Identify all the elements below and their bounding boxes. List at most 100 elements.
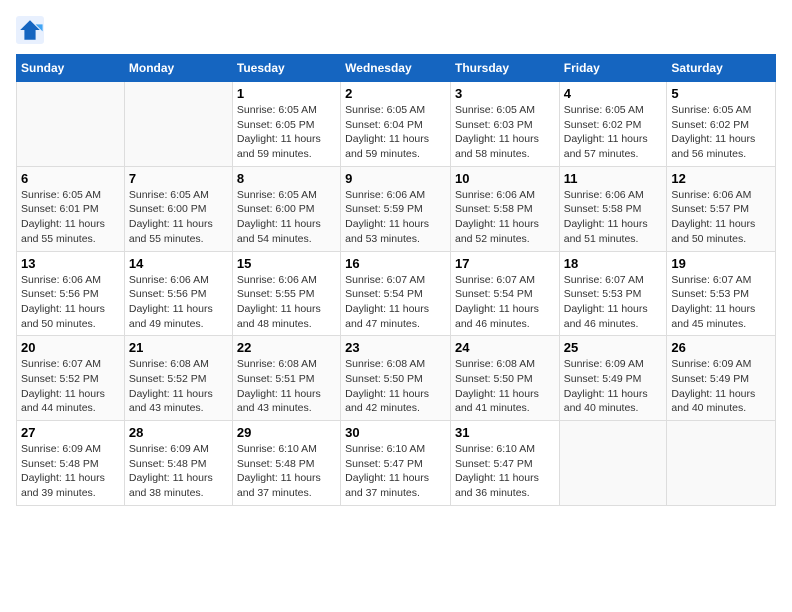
calendar-body: 1 Sunrise: 6:05 AMSunset: 6:05 PMDaylight…	[17, 82, 776, 506]
day-number: 1	[237, 86, 336, 101]
day-number: 14	[129, 256, 228, 271]
calendar-cell: 30 Sunrise: 6:10 AMSunset: 5:47 PMDayligh…	[341, 421, 451, 506]
cell-info: Sunrise: 6:06 AMSunset: 5:56 PMDaylight:…	[129, 273, 228, 332]
day-number: 8	[237, 171, 336, 186]
cell-info: Sunrise: 6:07 AMSunset: 5:53 PMDaylight:…	[671, 273, 771, 332]
calendar-cell: 22 Sunrise: 6:08 AMSunset: 5:51 PMDayligh…	[232, 336, 340, 421]
calendar-cell: 31Sunrise: 6:10 AMSunset: 5:47 PMDayligh…	[450, 421, 559, 506]
day-number: 16	[345, 256, 446, 271]
cell-info: Sunrise: 6:09 AMSunset: 5:48 PMDaylight:…	[129, 442, 228, 501]
page-header	[16, 16, 776, 44]
day-number: 28	[129, 425, 228, 440]
cell-info: Sunrise: 6:07 AMSunset: 5:54 PMDaylight:…	[345, 273, 446, 332]
cell-info: Sunrise: 6:07 AMSunset: 5:52 PMDaylight:…	[21, 357, 120, 416]
day-number: 5	[671, 86, 771, 101]
cell-info: Sunrise: 6:05 AMSunset: 6:04 PMDaylight:…	[345, 103, 446, 162]
calendar-cell: 11 Sunrise: 6:06 AMSunset: 5:58 PMDayligh…	[559, 166, 667, 251]
header-day-monday: Monday	[124, 55, 232, 82]
calendar-cell	[17, 82, 125, 167]
day-number: 23	[345, 340, 446, 355]
day-number: 9	[345, 171, 446, 186]
day-number: 27	[21, 425, 120, 440]
day-number: 11	[564, 171, 663, 186]
day-number: 6	[21, 171, 120, 186]
calendar-cell: 4 Sunrise: 6:05 AMSunset: 6:02 PMDaylight…	[559, 82, 667, 167]
day-number: 13	[21, 256, 120, 271]
day-number: 25	[564, 340, 663, 355]
cell-info: Sunrise: 6:08 AMSunset: 5:52 PMDaylight:…	[129, 357, 228, 416]
calendar-cell	[667, 421, 776, 506]
header-day-sunday: Sunday	[17, 55, 125, 82]
calendar-header: SundayMondayTuesdayWednesdayThursdayFrid…	[17, 55, 776, 82]
day-number: 30	[345, 425, 446, 440]
calendar-cell: 21 Sunrise: 6:08 AMSunset: 5:52 PMDayligh…	[124, 336, 232, 421]
calendar-cell: 17 Sunrise: 6:07 AMSunset: 5:54 PMDayligh…	[450, 251, 559, 336]
day-number: 18	[564, 256, 663, 271]
header-day-saturday: Saturday	[667, 55, 776, 82]
calendar-cell: 12 Sunrise: 6:06 AMSunset: 5:57 PMDayligh…	[667, 166, 776, 251]
cell-info: Sunrise: 6:06 AMSunset: 5:59 PMDaylight:…	[345, 188, 446, 247]
day-number: 7	[129, 171, 228, 186]
day-number: 19	[671, 256, 771, 271]
calendar-cell: 28 Sunrise: 6:09 AMSunset: 5:48 PMDayligh…	[124, 421, 232, 506]
cell-info: Sunrise: 6:05 AMSunset: 6:00 PMDaylight:…	[129, 188, 228, 247]
calendar-cell: 15 Sunrise: 6:06 AMSunset: 5:55 PMDayligh…	[232, 251, 340, 336]
cell-info: Sunrise: 6:09 AMSunset: 5:49 PMDaylight:…	[564, 357, 663, 416]
header-day-wednesday: Wednesday	[341, 55, 451, 82]
calendar-cell: 13Sunrise: 6:06 AMSunset: 5:56 PMDayligh…	[17, 251, 125, 336]
calendar-cell: 3Sunrise: 6:05 AMSunset: 6:03 PMDaylight…	[450, 82, 559, 167]
calendar-table: SundayMondayTuesdayWednesdayThursdayFrid…	[16, 54, 776, 506]
calendar-cell: 25 Sunrise: 6:09 AMSunset: 5:49 PMDayligh…	[559, 336, 667, 421]
day-number: 24	[455, 340, 555, 355]
cell-info: Sunrise: 6:05 AMSunset: 6:02 PMDaylight:…	[671, 103, 771, 162]
cell-info: Sunrise: 6:06 AMSunset: 5:58 PMDaylight:…	[455, 188, 555, 247]
day-number: 20	[21, 340, 120, 355]
day-number: 22	[237, 340, 336, 355]
calendar-cell: 5 Sunrise: 6:05 AMSunset: 6:02 PMDaylight…	[667, 82, 776, 167]
cell-info: Sunrise: 6:09 AMSunset: 5:49 PMDaylight:…	[671, 357, 771, 416]
cell-info: Sunrise: 6:05 AMSunset: 6:02 PMDaylight:…	[564, 103, 663, 162]
cell-info: Sunrise: 6:10 AMSunset: 5:48 PMDaylight:…	[237, 442, 336, 501]
day-number: 29	[237, 425, 336, 440]
day-number: 2	[345, 86, 446, 101]
calendar-cell: 26Sunrise: 6:09 AMSunset: 5:49 PMDayligh…	[667, 336, 776, 421]
day-number: 17	[455, 256, 555, 271]
cell-info: Sunrise: 6:08 AMSunset: 5:50 PMDaylight:…	[345, 357, 446, 416]
calendar-week-row: 20 Sunrise: 6:07 AMSunset: 5:52 PMDayligh…	[17, 336, 776, 421]
cell-info: Sunrise: 6:10 AMSunset: 5:47 PMDaylight:…	[345, 442, 446, 501]
calendar-cell: 16 Sunrise: 6:07 AMSunset: 5:54 PMDayligh…	[341, 251, 451, 336]
cell-info: Sunrise: 6:06 AMSunset: 5:57 PMDaylight:…	[671, 188, 771, 247]
calendar-week-row: 27 Sunrise: 6:09 AMSunset: 5:48 PMDayligh…	[17, 421, 776, 506]
day-number: 31	[455, 425, 555, 440]
day-number: 15	[237, 256, 336, 271]
day-number: 4	[564, 86, 663, 101]
header-day-friday: Friday	[559, 55, 667, 82]
logo	[16, 16, 46, 44]
day-number: 10	[455, 171, 555, 186]
calendar-cell: 2 Sunrise: 6:05 AMSunset: 6:04 PMDaylight…	[341, 82, 451, 167]
calendar-cell	[559, 421, 667, 506]
logo-icon	[16, 16, 44, 44]
calendar-cell: 6Sunrise: 6:05 AMSunset: 6:01 PMDaylight…	[17, 166, 125, 251]
header-day-tuesday: Tuesday	[232, 55, 340, 82]
calendar-cell: 24 Sunrise: 6:08 AMSunset: 5:50 PMDayligh…	[450, 336, 559, 421]
cell-info: Sunrise: 6:05 AMSunset: 6:03 PMDaylight:…	[455, 103, 555, 162]
header-row: SundayMondayTuesdayWednesdayThursdayFrid…	[17, 55, 776, 82]
cell-info: Sunrise: 6:09 AMSunset: 5:48 PMDaylight:…	[21, 442, 120, 501]
calendar-week-row: 13 Sunrise: 6:06 AMSunset: 5:56 PMDayligh…	[17, 251, 776, 336]
cell-info: Sunrise: 6:07 AMSunset: 5:54 PMDaylight:…	[455, 273, 555, 332]
calendar-cell: 27 Sunrise: 6:09 AMSunset: 5:48 PMDayligh…	[17, 421, 125, 506]
day-number: 12	[671, 171, 771, 186]
calendar-cell: 20 Sunrise: 6:07 AMSunset: 5:52 PMDayligh…	[17, 336, 125, 421]
cell-info: Sunrise: 6:06 AMSunset: 5:58 PMDaylight:…	[564, 188, 663, 247]
cell-info: Sunrise: 6:08 AMSunset: 5:51 PMDaylight:…	[237, 357, 336, 416]
calendar-cell	[124, 82, 232, 167]
calendar-cell: 7 Sunrise: 6:05 AMSunset: 6:00 PMDaylight…	[124, 166, 232, 251]
cell-info: Sunrise: 6:07 AMSunset: 5:53 PMDaylight:…	[564, 273, 663, 332]
calendar-cell: 1 Sunrise: 6:05 AMSunset: 6:05 PMDaylight…	[232, 82, 340, 167]
cell-info: Sunrise: 6:05 AMSunset: 6:05 PMDaylight:…	[237, 103, 336, 162]
calendar-cell: 9 Sunrise: 6:06 AMSunset: 5:59 PMDaylight…	[341, 166, 451, 251]
day-number: 21	[129, 340, 228, 355]
cell-info: Sunrise: 6:08 AMSunset: 5:50 PMDaylight:…	[455, 357, 555, 416]
cell-info: Sunrise: 6:06 AMSunset: 5:55 PMDaylight:…	[237, 273, 336, 332]
